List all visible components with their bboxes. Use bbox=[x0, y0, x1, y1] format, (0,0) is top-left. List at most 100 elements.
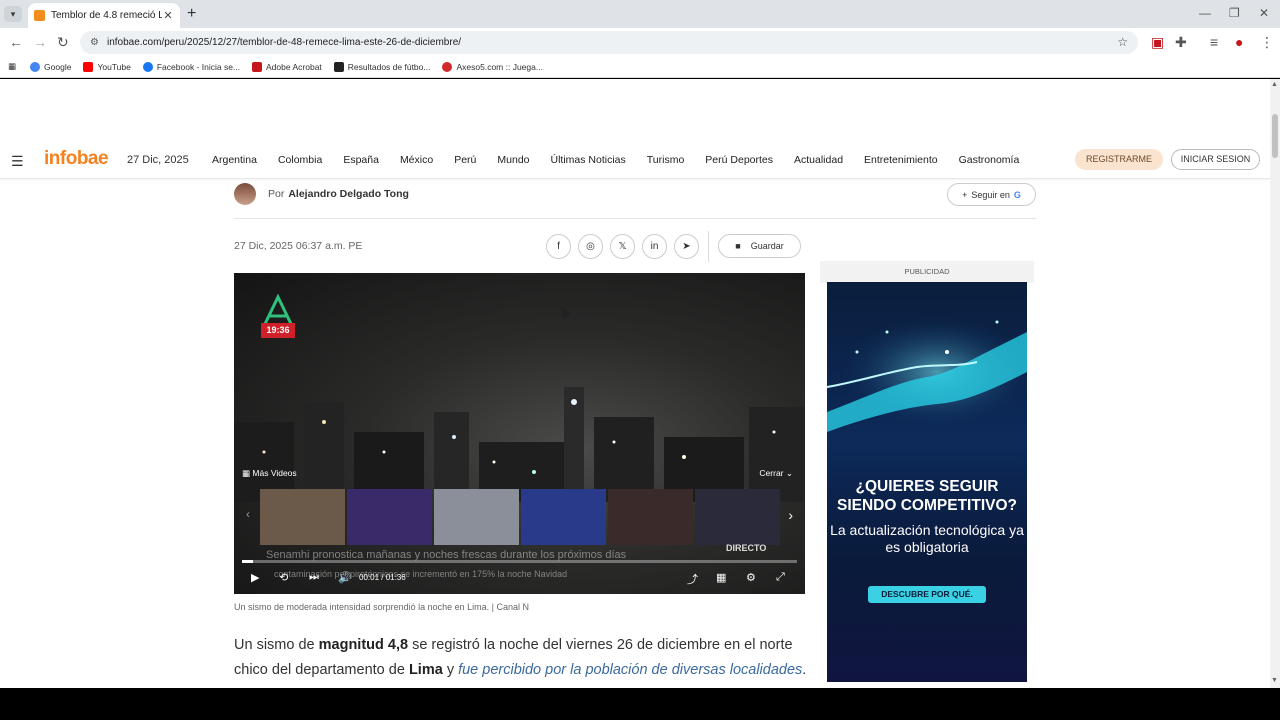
play-icon[interactable]: ▶ bbox=[251, 571, 259, 584]
resultados-icon bbox=[333, 61, 344, 72]
nav-link-mexico[interactable]: México bbox=[400, 154, 433, 166]
video-carousel bbox=[260, 489, 780, 545]
bookmarks-bar: ▦ Google YouTube Facebook - Inicia se...… bbox=[0, 56, 1280, 78]
share-x-icon[interactable]: 𝕏 bbox=[610, 234, 635, 259]
video-thumbnail[interactable] bbox=[695, 489, 780, 545]
share-linkedin-icon[interactable]: in bbox=[642, 234, 667, 259]
playlist-icon[interactable]: ▦ bbox=[716, 571, 726, 584]
extensions-puzzle-icon[interactable]: ✚ bbox=[1175, 34, 1187, 51]
extension-icon[interactable]: ▣ bbox=[1151, 34, 1164, 51]
tab-search-button[interactable]: ▾ bbox=[4, 6, 22, 22]
author-name[interactable]: Alejandro Delgado Tong bbox=[288, 188, 409, 200]
active-tab[interactable]: Temblor de 4.8 remeció Lima el ✕ bbox=[28, 3, 180, 28]
video-thumbnail[interactable] bbox=[260, 489, 345, 545]
browser-menu-icon[interactable]: ⋮ bbox=[1260, 34, 1274, 51]
nav-link-gastronomia[interactable]: Gastronomía bbox=[959, 154, 1020, 166]
bookmark-icon: ■ bbox=[735, 241, 741, 251]
screen-bottom-bar bbox=[0, 688, 1280, 720]
address-bar[interactable]: ⚙ infobae.com/peru/2025/12/27/temblor-de… bbox=[80, 31, 1138, 54]
share-facebook-icon[interactable]: f bbox=[546, 234, 571, 259]
live-time-badge: 19:36 bbox=[261, 323, 295, 338]
profile-avatar-icon[interactable]: ● bbox=[1235, 34, 1243, 50]
maximize-icon[interactable]: ❐ bbox=[1229, 6, 1240, 20]
login-button[interactable]: INICIAR SESION bbox=[1171, 149, 1260, 170]
nav-link-mundo[interactable]: Mundo bbox=[497, 154, 529, 166]
bookmark-axeso5[interactable]: Axeso5.com :: Juega... bbox=[442, 61, 543, 72]
author-avatar[interactable] bbox=[234, 183, 256, 205]
media-control-icon[interactable]: ≡ bbox=[1210, 34, 1218, 50]
tab-close-icon[interactable]: ✕ bbox=[162, 9, 174, 22]
video-thumbnail[interactable] bbox=[434, 489, 519, 545]
video-progress-fill bbox=[242, 560, 254, 563]
city-night-image bbox=[234, 387, 805, 502]
scroll-up-icon[interactable]: ▲ bbox=[1271, 81, 1278, 88]
nav-link-argentina[interactable]: Argentina bbox=[212, 154, 257, 166]
more-videos-button[interactable]: ▦ Más Videos bbox=[242, 468, 297, 479]
video-thumbnail[interactable] bbox=[347, 489, 432, 545]
video-progress-bar[interactable] bbox=[242, 560, 797, 563]
close-label: Cerrar bbox=[759, 468, 784, 478]
byline-divider bbox=[234, 218, 1036, 219]
video-thumbnail[interactable] bbox=[608, 489, 693, 545]
rewind-icon[interactable]: ⟲ bbox=[279, 571, 288, 584]
ad-cta-button[interactable]: DESCUBRE POR QUÉ. bbox=[868, 586, 986, 603]
share-video-icon[interactable]: ⤴ bbox=[687, 571, 698, 587]
video-player[interactable]: 19:36 ▦ Más Videos Cerrar ⌄ ‹ › Senamhi … bbox=[234, 273, 805, 594]
page-scrollbar[interactable]: ▲ ▼ bbox=[1270, 79, 1280, 688]
nav-link-ultimas-noticias[interactable]: Últimas Noticias bbox=[551, 154, 626, 166]
infobae-logo[interactable]: infobae bbox=[44, 148, 109, 170]
save-article-button[interactable]: ■ Guardar bbox=[718, 234, 801, 258]
volume-icon[interactable]: 🔊 bbox=[338, 571, 352, 584]
bookmark-facebook[interactable]: Facebook - Inicia se... bbox=[142, 61, 240, 72]
hamburger-search-icon[interactable]: ☰ bbox=[11, 153, 24, 170]
minimize-icon[interactable]: — bbox=[1199, 6, 1211, 20]
back-icon[interactable]: ← bbox=[9, 34, 23, 50]
nav-link-peru-deportes[interactable]: Perú Deportes bbox=[705, 154, 773, 166]
next-icon[interactable]: ⏭ bbox=[309, 571, 319, 584]
browser-toolbar: ← → ↻ ⚙ infobae.com/peru/2025/12/27/temb… bbox=[0, 28, 1280, 56]
nav-link-entretenimiento[interactable]: Entretenimiento bbox=[864, 154, 938, 166]
scrollbar-thumb[interactable] bbox=[1272, 114, 1278, 158]
share-telegram-icon[interactable]: ➤ bbox=[674, 234, 699, 259]
advertisement-banner[interactable]: ¿QUIERES SEGUIR SIENDO COMPETITIVO? La a… bbox=[827, 282, 1027, 682]
section-links: Argentina Colombia España México Perú Mu… bbox=[212, 154, 1040, 166]
carousel-next-icon[interactable]: › bbox=[788, 507, 793, 523]
site-info-icon[interactable]: ⚙ bbox=[90, 37, 99, 48]
live-label: DIRECTO bbox=[726, 543, 767, 553]
nav-link-turismo[interactable]: Turismo bbox=[647, 154, 685, 166]
register-button[interactable]: REGISTRARME bbox=[1075, 149, 1163, 170]
ad-subline: La actualización tecnológica ya es oblig… bbox=[830, 522, 1024, 555]
window-close-icon[interactable]: ✕ bbox=[1259, 6, 1269, 20]
bookmark-google[interactable]: Google bbox=[30, 61, 71, 72]
nav-link-actualidad[interactable]: Actualidad bbox=[794, 154, 843, 166]
bookmark-adobe-acrobat[interactable]: Adobe Acrobat bbox=[252, 61, 322, 72]
follow-google-button[interactable]: + Seguir en G bbox=[947, 183, 1036, 206]
new-tab-button[interactable]: + bbox=[187, 5, 196, 23]
more-videos-label: Más Videos bbox=[252, 468, 297, 478]
carousel-prev-icon[interactable]: ‹ bbox=[246, 507, 250, 521]
forward-icon[interactable]: → bbox=[33, 34, 47, 50]
nav-link-peru[interactable]: Perú bbox=[454, 154, 476, 166]
reload-icon[interactable]: ↻ bbox=[57, 34, 69, 51]
bookmark-resultados-futbol[interactable]: Resultados de fútbo... bbox=[333, 61, 430, 72]
fullscreen-icon[interactable]: ⤢ bbox=[776, 571, 785, 584]
close-carousel-button[interactable]: Cerrar ⌄ bbox=[759, 468, 793, 479]
ad-headline: ¿QUIERES SEGUIR SIENDO COMPETITIVO? bbox=[837, 478, 1017, 514]
nav-link-colombia[interactable]: Colombia bbox=[278, 154, 322, 166]
apps-grid-icon[interactable]: ▦ bbox=[8, 61, 16, 72]
settings-gear-icon[interactable]: ⚙ bbox=[746, 571, 756, 584]
share-whatsapp-icon[interactable]: ◎ bbox=[578, 234, 603, 259]
adobe-acrobat-icon bbox=[252, 61, 263, 72]
article-inline-link[interactable]: fue percibido por la población de divers… bbox=[458, 662, 802, 678]
follow-label: Seguir en bbox=[971, 189, 1010, 200]
bookmark-youtube[interactable]: YouTube bbox=[83, 61, 131, 72]
save-label: Guardar bbox=[750, 241, 784, 251]
byline-prefix: Por bbox=[268, 188, 285, 200]
facebook-icon bbox=[142, 61, 153, 72]
video-thumbnail[interactable] bbox=[521, 489, 606, 545]
nav-link-espana[interactable]: España bbox=[343, 154, 379, 166]
bookmark-star-icon[interactable]: ☆ bbox=[1117, 35, 1128, 49]
site-header-nav: ☰ infobae 27 Dic, 2025 Argentina Colombi… bbox=[0, 141, 1270, 179]
scroll-down-icon[interactable]: ▼ bbox=[1271, 677, 1278, 684]
ad-label: PUBLICIDAD bbox=[820, 261, 1034, 283]
